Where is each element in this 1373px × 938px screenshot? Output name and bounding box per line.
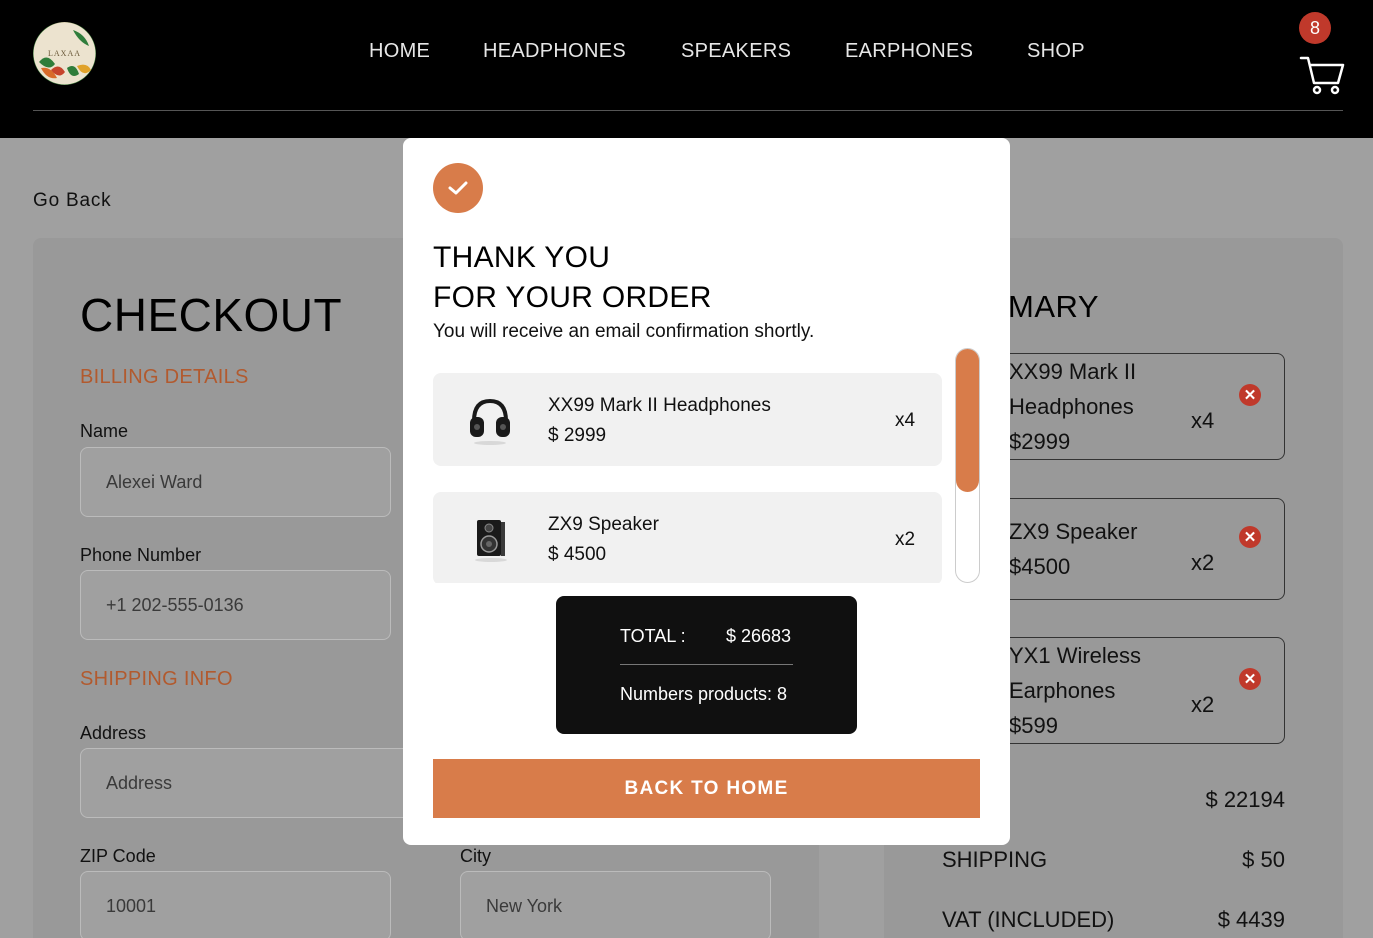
modal-title-line2: FOR YOUR ORDER <box>433 281 712 314</box>
summary-item: YX1 Wireless Earphones $599 x2 ✕ <box>982 637 1285 744</box>
summary-item-qty: x2 <box>1191 550 1215 575</box>
phone-label: Phone Number <box>80 545 202 565</box>
item-price: $ 4500 <box>548 544 607 565</box>
shipping-info-label: SHIPPING INFO <box>80 668 233 690</box>
item-name: XX99 Mark II Headphones <box>548 395 771 416</box>
order-confirmation-modal: THANK YOU FOR YOUR ORDER You will receiv… <box>403 138 1010 845</box>
go-back-link[interactable]: Go Back <box>33 190 111 212</box>
city-field[interactable] <box>460 871 771 938</box>
zip-label: ZIP Code <box>80 846 156 866</box>
nav-speakers[interactable]: SPEAKERS <box>681 40 791 63</box>
address-label: Address <box>80 723 147 743</box>
summary-total-value: $ 22194 <box>1205 787 1285 812</box>
total-divider <box>620 664 793 665</box>
remove-item-icon[interactable]: ✕ <box>1239 384 1261 406</box>
summary-shipping-label: SHIPPING <box>942 847 1048 872</box>
item-price: $ 2999 <box>548 425 607 446</box>
name-label: Name <box>80 421 129 441</box>
items-scrollbar[interactable] <box>955 348 980 583</box>
summary-item-price: $4500 <box>1009 554 1071 579</box>
summary-title: MARY <box>1008 289 1100 324</box>
summary-item-price: $2999 <box>1009 429 1071 454</box>
modal-title: THANK YOU FOR YOUR ORDER <box>433 238 712 318</box>
site-header: LAXAA HOME HEADPHONES SPEAKERS EARPHONES… <box>0 0 1373 138</box>
headphones-icon <box>465 391 515 447</box>
summary-item-price: $599 <box>1009 713 1058 738</box>
summary-item-name: Headphones <box>1009 394 1134 419</box>
total-label: TOTAL : <box>620 626 686 646</box>
nav-shop[interactable]: SHOP <box>1027 40 1085 63</box>
brand-logo[interactable]: LAXAA <box>33 22 96 85</box>
list-item: ZX9 Speaker $ 4500 x2 <box>433 492 942 583</box>
cart-count-badge: 8 <box>1299 12 1331 44</box>
svg-text:LAXAA: LAXAA <box>48 49 81 58</box>
modal-title-line1: THANK YOU <box>433 241 611 274</box>
summary-item-name: ZX9 Speaker <box>1009 519 1138 544</box>
summary-vat-label: VAT (INCLUDED) <box>942 907 1115 932</box>
nav-earphones[interactable]: EARPHONES <box>845 40 973 63</box>
speaker-icon <box>465 510 515 566</box>
remove-item-icon[interactable]: ✕ <box>1239 526 1261 548</box>
modal-subtitle: You will receive an email confirmation s… <box>433 321 815 342</box>
total-value: $ 26683 <box>726 626 792 646</box>
summary-shipping-row: SHIPPING $ 50 <box>942 847 1285 873</box>
billing-details-label: BILLING DETAILS <box>80 366 249 388</box>
summary-item-qty: x4 <box>1191 408 1215 433</box>
check-icon <box>433 163 483 213</box>
summary-item-name: YX1 Wireless <box>1009 643 1142 668</box>
item-qty: x4 <box>895 410 916 431</box>
name-field[interactable] <box>80 447 391 517</box>
summary-item: ZX9 Speaker $4500 x2 ✕ <box>982 498 1285 600</box>
summary-item-qty: x2 <box>1191 692 1215 717</box>
back-to-home-button[interactable]: BACK TO HOME <box>433 759 980 818</box>
phone-field[interactable] <box>80 570 391 640</box>
summary-vat-value: $ 4439 <box>1217 907 1285 932</box>
remove-item-icon[interactable]: ✕ <box>1239 668 1261 690</box>
order-total-box: TOTAL : $ 26683 Numbers products: 8 <box>556 596 857 734</box>
city-label: City <box>460 846 491 866</box>
cart-icon[interactable] <box>1299 55 1345 95</box>
item-qty: x2 <box>895 529 916 550</box>
ordered-items-list[interactable]: XX99 Mark II Headphones $ 2999 x4 ZX9 Sp… <box>433 373 942 583</box>
summary-item-name: Earphones <box>1009 678 1116 703</box>
summary-shipping-value: $ 50 <box>1242 847 1285 872</box>
nav-headphones[interactable]: HEADPHONES <box>483 40 626 63</box>
nav-home[interactable]: HOME <box>369 40 430 63</box>
zip-field[interactable] <box>80 871 391 938</box>
summary-item: XX99 Mark II Headphones $2999 x4 ✕ <box>982 353 1285 460</box>
summary-item-name: XX99 Mark II <box>1009 359 1137 384</box>
checkout-title: CHECKOUT <box>80 289 343 341</box>
header-divider <box>33 110 1343 111</box>
scrollbar-thumb[interactable] <box>956 349 979 492</box>
summary-vat-row: VAT (INCLUDED) $ 4439 <box>942 907 1285 933</box>
item-name: ZX9 Speaker <box>548 514 659 535</box>
list-item: XX99 Mark II Headphones $ 2999 x4 <box>433 373 942 466</box>
address-field[interactable] <box>80 748 420 818</box>
number-of-products: Numbers products: 8 <box>620 684 788 704</box>
